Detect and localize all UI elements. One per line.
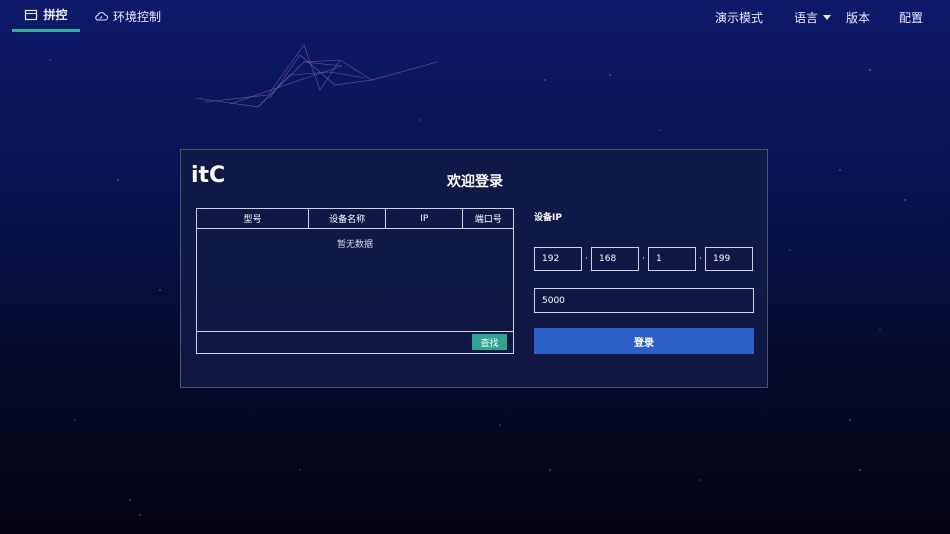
column-header-model[interactable]: 型号 (197, 209, 309, 228)
login-panel: itC 欢迎登录 型号 设备名称 IP 端口号 暂无数据 查找 设备IP · ·… (180, 149, 768, 388)
table-footer: 查找 (197, 331, 513, 353)
ip-separator: · (699, 254, 702, 264)
tab-label: 环境控制 (113, 9, 162, 24)
device-table: 型号 设备名称 IP 端口号 暂无数据 查找 (196, 208, 514, 354)
version-menu[interactable]: 版本 (846, 9, 870, 26)
table-header: 型号 设备名称 IP 端口号 (197, 209, 513, 229)
find-button[interactable]: 查找 (472, 334, 507, 350)
ip-octet-1-input[interactable] (534, 247, 582, 271)
column-header-port[interactable]: 端口号 (463, 209, 513, 228)
monitor-icon (25, 9, 38, 20)
device-ip-label: 设备IP (534, 213, 562, 223)
port-input[interactable] (534, 288, 754, 313)
constellation-lines (195, 44, 438, 108)
column-header-ip[interactable]: IP (386, 209, 464, 228)
menu-label: 版本 (846, 11, 871, 25)
ip-octet-4-input[interactable] (705, 247, 753, 271)
ip-octet-2-input[interactable] (591, 247, 639, 271)
config-menu[interactable]: 配置 (899, 9, 923, 26)
caret-down-icon (823, 15, 832, 20)
menu-label: 演示模式 (715, 11, 764, 25)
login-button[interactable]: 登录 (534, 328, 754, 354)
demo-mode-menu[interactable]: 演示模式 (715, 9, 763, 26)
page-title: 欢迎登录 (447, 174, 503, 190)
tab-splice-control[interactable]: 拼控 (12, 0, 80, 32)
top-navigation-bar: 拼控 环境控制 演示模式 语言 版本 配置 (0, 0, 950, 34)
ip-separator: · (642, 254, 645, 264)
cloud-icon (95, 12, 108, 21)
tab-environment-control[interactable]: 环境控制 (94, 0, 161, 32)
menu-label: 语言 (794, 11, 819, 25)
language-menu[interactable]: 语言 (794, 9, 832, 26)
tab-label: 拼控 (43, 8, 68, 22)
column-header-device-name[interactable]: 设备名称 (309, 209, 387, 228)
ip-octet-3-input[interactable] (648, 247, 696, 271)
ip-separator: · (585, 254, 588, 264)
menu-label: 配置 (899, 11, 924, 25)
empty-state-text: 暂无数据 (336, 240, 373, 250)
